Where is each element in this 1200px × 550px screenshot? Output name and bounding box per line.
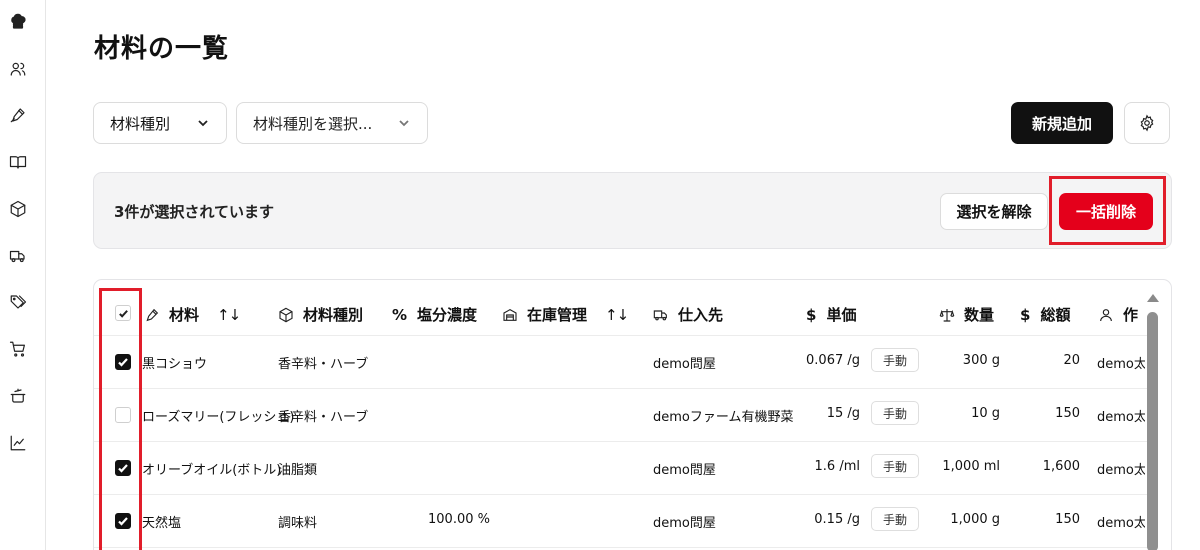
dollar-icon: $: [1020, 305, 1031, 324]
col-creator[interactable]: 作: [1098, 304, 1138, 325]
cell-type: 香辛料・ハーブ: [278, 357, 369, 372]
col-salt-label: 塩分濃度: [417, 306, 478, 324]
pen-icon[interactable]: [7, 104, 29, 126]
cell-total: 150: [1055, 512, 1080, 527]
warehouse-icon: [503, 308, 517, 321]
chart-icon[interactable]: [7, 432, 29, 454]
price-mode-badge[interactable]: 手動: [871, 348, 919, 372]
dollar-icon: $: [806, 305, 817, 324]
material-type-value-select-label: 材料種別を選択...: [253, 114, 373, 133]
settings-button[interactable]: [1124, 102, 1170, 144]
page-title: 材料の一覧: [94, 34, 230, 64]
col-material-label: 材料: [169, 306, 200, 324]
material-type-select-label: 材料種別: [110, 114, 171, 133]
cell-material: 黒コショウ: [142, 357, 208, 372]
col-stock[interactable]: 在庫管理 ↑↓: [502, 304, 629, 325]
select-all-checkbox[interactable]: [115, 305, 131, 321]
cell-qty: 1,000 g: [950, 512, 1000, 527]
cell-material: 天然塩: [142, 516, 182, 531]
cell-material: オリーブオイル(ボトル): [142, 463, 282, 478]
row-divider: [94, 494, 1156, 495]
price-mode-badge[interactable]: 手動: [871, 507, 919, 531]
cell-creator: demo太: [1097, 357, 1145, 372]
truck-icon[interactable]: [7, 245, 29, 267]
cell-price: 15 /g: [826, 406, 860, 421]
materials-table: 材料 ↑↓ 材料種別 % 塩分濃度 在庫管理 ↑↓ 仕入先 $ 単価 数量 $ …: [93, 279, 1172, 550]
cell-salt: 100.00 %: [428, 512, 490, 527]
col-total[interactable]: $ 総額: [1020, 304, 1070, 325]
col-qty-label: 数量: [964, 306, 995, 324]
cell-type: 油脂類: [278, 463, 318, 478]
cooking-pot-icon[interactable]: [7, 385, 29, 407]
cell-price: 0.067 /g: [806, 353, 860, 368]
user-icon: [1100, 308, 1112, 321]
cell-material: ローズマリー(フレッシュ): [142, 410, 295, 425]
cell-supplier: demo問屋: [653, 463, 716, 478]
col-qty[interactable]: 数量: [939, 304, 994, 325]
row-divider: [94, 547, 1156, 548]
col-creator-label: 作: [1123, 306, 1139, 324]
cell-creator: demo太: [1097, 463, 1145, 478]
cell-price: 0.15 /g: [814, 512, 860, 527]
cell-qty: 1,000 ml: [942, 459, 1000, 474]
cell-supplier: demoファーム有機野菜: [653, 410, 794, 425]
add-new-button[interactable]: 新規追加: [1011, 102, 1113, 144]
row-checkbox[interactable]: [115, 513, 131, 529]
row-divider: [94, 441, 1156, 442]
row-checkbox[interactable]: [115, 460, 131, 476]
col-material[interactable]: 材料 ↑↓: [144, 304, 241, 325]
col-type[interactable]: 材料種別: [278, 304, 363, 325]
col-stock-label: 在庫管理: [527, 306, 588, 324]
cell-total: 1,600: [1042, 459, 1080, 474]
bulk-delete-button[interactable]: 一括削除: [1059, 193, 1153, 230]
material-type-value-select[interactable]: 材料種別を選択...: [236, 102, 428, 144]
sort-icon[interactable]: ↑↓: [217, 306, 241, 324]
cell-total: 20: [1063, 353, 1080, 368]
cart-icon[interactable]: [7, 338, 29, 360]
book-icon[interactable]: [7, 151, 29, 173]
col-total-label: 総額: [1040, 306, 1071, 324]
material-type-select[interactable]: 材料種別: [93, 102, 227, 144]
scale-icon: [939, 308, 955, 322]
cell-price: 1.6 /ml: [814, 459, 860, 474]
box-icon[interactable]: [7, 198, 29, 220]
sidebar: [0, 0, 46, 550]
price-mode-badge[interactable]: 手動: [871, 401, 919, 425]
col-supplier-label: 仕入先: [678, 306, 724, 324]
col-price[interactable]: $ 単価: [806, 304, 856, 325]
pen-icon: [146, 308, 159, 321]
percent-icon: %: [392, 305, 408, 324]
price-mode-badge[interactable]: 手動: [871, 454, 919, 478]
cell-qty: 300 g: [962, 353, 1000, 368]
cell-supplier: demo問屋: [653, 516, 716, 531]
tags-icon[interactable]: [7, 291, 29, 313]
cell-type: 香辛料・ハーブ: [278, 410, 369, 425]
cell-creator: demo太: [1097, 410, 1145, 425]
col-salt[interactable]: % 塩分濃度: [392, 304, 477, 325]
cell-type: 調味料: [278, 516, 318, 531]
scrollbar-thumb[interactable]: [1147, 312, 1158, 550]
box-icon: [279, 307, 293, 322]
cell-total: 150: [1055, 406, 1080, 421]
sort-icon[interactable]: ↑↓: [605, 306, 629, 324]
row-checkbox[interactable]: [115, 407, 131, 423]
truck-icon: [653, 309, 667, 320]
col-price-label: 単価: [826, 306, 857, 324]
cell-creator: demo太: [1097, 516, 1145, 531]
chef-hat-icon[interactable]: [7, 11, 29, 33]
selection-count-text: 3件が選択されています: [114, 203, 274, 221]
row-checkbox[interactable]: [115, 354, 131, 370]
col-supplier[interactable]: 仕入先: [653, 304, 723, 325]
scroll-up-arrow-icon[interactable]: [1147, 294, 1159, 302]
gear-icon: [1138, 114, 1156, 132]
users-icon[interactable]: [7, 58, 29, 80]
cell-supplier: demo問屋: [653, 357, 716, 372]
row-divider: [94, 335, 1156, 336]
cell-qty: 10 g: [971, 406, 1000, 421]
clear-selection-button[interactable]: 選択を解除: [940, 193, 1048, 230]
chevron-down-icon: [397, 116, 411, 130]
chevron-down-icon: [196, 116, 210, 130]
row-divider: [94, 388, 1156, 389]
col-type-label: 材料種別: [303, 306, 364, 324]
